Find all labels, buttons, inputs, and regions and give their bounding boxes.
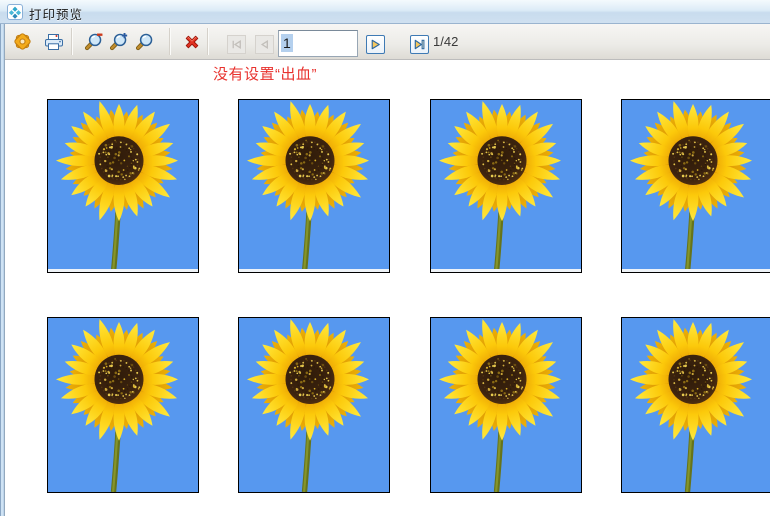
last-page-icon — [412, 37, 427, 52]
red-x-icon — [183, 33, 201, 51]
print-button[interactable] — [41, 28, 67, 55]
close-button[interactable] — [179, 28, 205, 55]
sunflower-photo — [238, 317, 390, 493]
title-bar: 打印预览 — [0, 0, 770, 24]
last-page-button[interactable] — [410, 35, 429, 54]
zoom-out-icon — [84, 32, 103, 51]
toolbar-separator — [207, 28, 209, 55]
sunflower-photo — [47, 317, 199, 493]
gear-icon — [13, 32, 32, 51]
page-indicator: 1/42 — [433, 24, 458, 60]
app-logo-icon — [7, 4, 23, 20]
toolbar-separator — [169, 28, 171, 55]
zoom-button[interactable] — [131, 28, 157, 55]
sunflower-photo — [430, 317, 582, 493]
sunflower-photo — [47, 99, 199, 273]
magnifier-icon — [135, 32, 154, 51]
print-preview-window: 打印预览 — [0, 0, 770, 516]
toolbar-separator — [71, 28, 73, 55]
sunflower-photo — [621, 317, 770, 493]
sunflower-photo — [621, 99, 770, 273]
page-number-value: 1 — [281, 34, 293, 52]
page-number-input[interactable]: 1 — [278, 30, 358, 57]
window-title: 打印预览 — [29, 4, 83, 23]
bleed-warning-text: 没有设置“出血” — [213, 63, 317, 84]
zoom-in-button[interactable] — [105, 28, 131, 55]
toolbar: 1 1/42 — [0, 24, 770, 60]
next-page-icon — [368, 37, 383, 52]
photo-bottom-edge — [239, 269, 389, 272]
prev-page-button — [255, 35, 274, 54]
sunflower-photo — [430, 99, 582, 273]
photo-bottom-edge — [622, 269, 770, 272]
prev-page-icon — [257, 37, 272, 52]
settings-button[interactable] — [9, 28, 35, 55]
zoom-out-button[interactable] — [80, 28, 106, 55]
window-left-border — [0, 24, 5, 516]
first-page-icon — [229, 37, 244, 52]
photo-bottom-edge — [431, 269, 581, 272]
sunflower-photo — [238, 99, 390, 273]
first-page-button — [227, 35, 246, 54]
photo-bottom-edge — [48, 269, 198, 272]
next-page-button[interactable] — [366, 35, 385, 54]
zoom-in-icon — [109, 32, 128, 51]
printer-icon — [44, 33, 64, 51]
